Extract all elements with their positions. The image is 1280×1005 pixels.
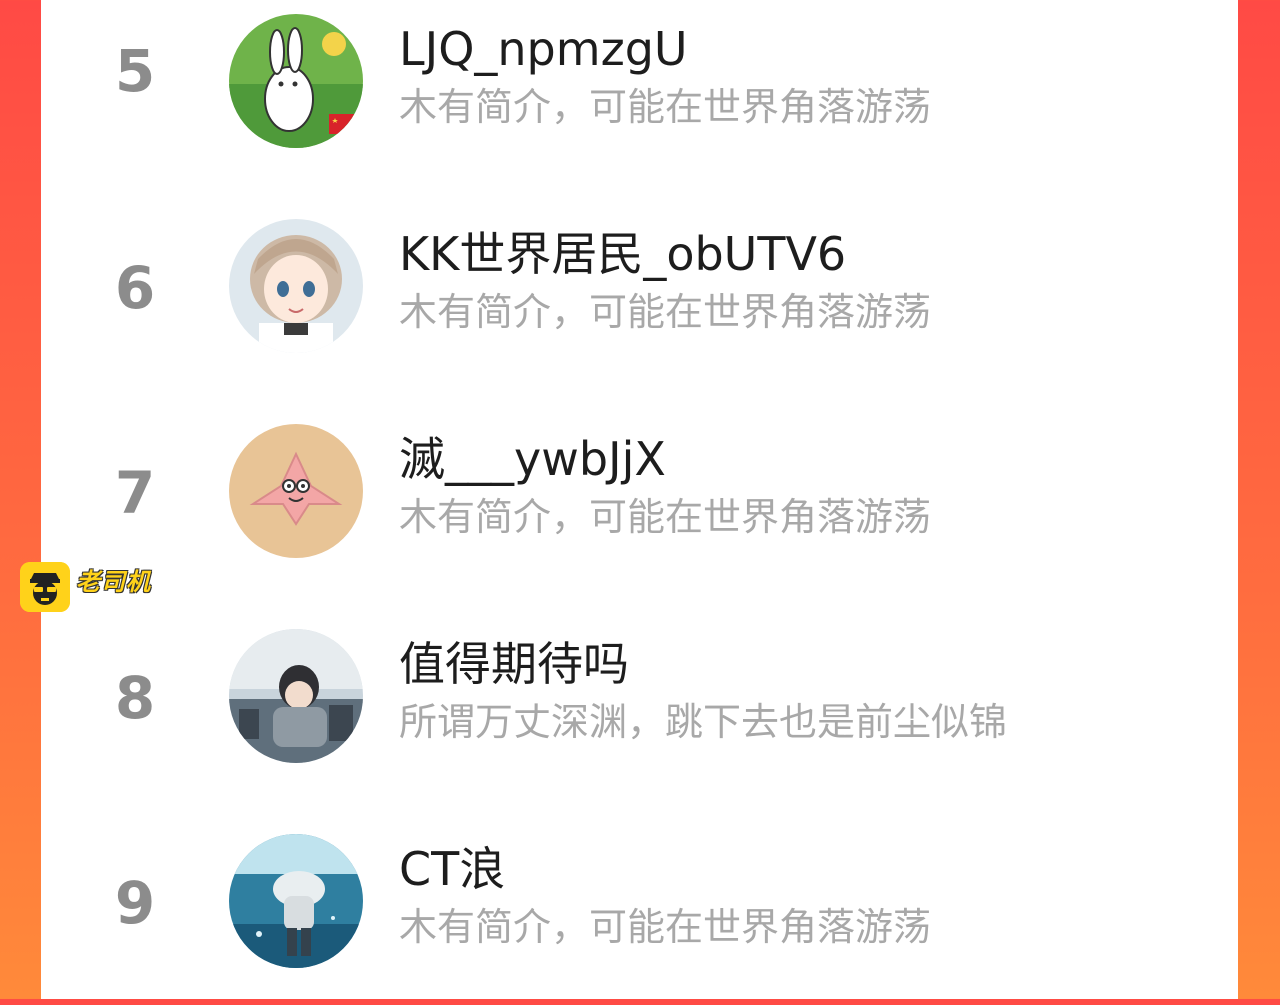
ranking-row[interactable]: 6 KK世界居民_obUTV6 木有简介，可能在世界角落游荡 (41, 185, 1238, 390)
user-name[interactable]: 值得期待吗 (399, 641, 629, 687)
ranking-panel: 5 LJQ_npmzgU 木有简介，可能在世界角落游荡 6 KK世界居民_obU… (41, 0, 1238, 999)
ranking-row[interactable]: 5 LJQ_npmzgU 木有简介，可能在世界角落游荡 (41, 0, 1238, 185)
rank-number: 9 (114, 869, 156, 937)
avatar[interactable] (229, 834, 363, 968)
rank-number: 5 (114, 37, 156, 105)
avatar[interactable] (229, 629, 363, 763)
avatar[interactable] (229, 424, 363, 558)
user-intro: 木有简介，可能在世界角落游荡 (399, 495, 932, 539)
user-intro: 木有简介，可能在世界角落游荡 (399, 290, 932, 334)
ranking-row[interactable]: 9 CT浪 木有简介，可能在世界角落游荡 (41, 800, 1238, 1005)
rank-number: 8 (114, 664, 156, 732)
user-name[interactable]: CT浪 (399, 846, 505, 892)
pink-starfish-avatar-icon (229, 424, 363, 558)
driver-face-icon (20, 562, 70, 612)
site-watermark: 老司机 - lsjmh.xyz - (20, 562, 172, 614)
rank-number: 6 (114, 254, 156, 322)
user-name[interactable]: 滅___ywbJjX (399, 436, 666, 482)
user-intro: 木有简介，可能在世界角落游荡 (399, 85, 932, 129)
anime-boy-avatar-icon (229, 629, 363, 763)
anime-girl-avatar-icon (229, 219, 363, 353)
ranking-row[interactable]: 8 值得期待吗 所谓万丈深渊，跳下去也是前尘似锦 (41, 595, 1238, 800)
user-intro: 木有简介，可能在世界角落游荡 (399, 905, 932, 949)
user-name[interactable]: KK世界居民_obUTV6 (399, 231, 846, 277)
cartoon-rabbit-avatar-icon (229, 14, 363, 148)
avatar[interactable] (229, 219, 363, 353)
watermark-title: 老司机 (76, 568, 151, 596)
rank-number: 7 (114, 459, 156, 527)
user-intro: 所谓万丈深渊，跳下去也是前尘似锦 (399, 700, 1008, 744)
ranking-row[interactable]: 7 滅___ywbJjX 木有简介，可能在世界角落游荡 (41, 390, 1238, 595)
user-name[interactable]: LJQ_npmzgU (399, 26, 688, 72)
underwater-figure-avatar-icon (229, 834, 363, 968)
watermark-url: - lsjmh.xyz - (76, 594, 149, 608)
avatar[interactable] (229, 14, 363, 148)
